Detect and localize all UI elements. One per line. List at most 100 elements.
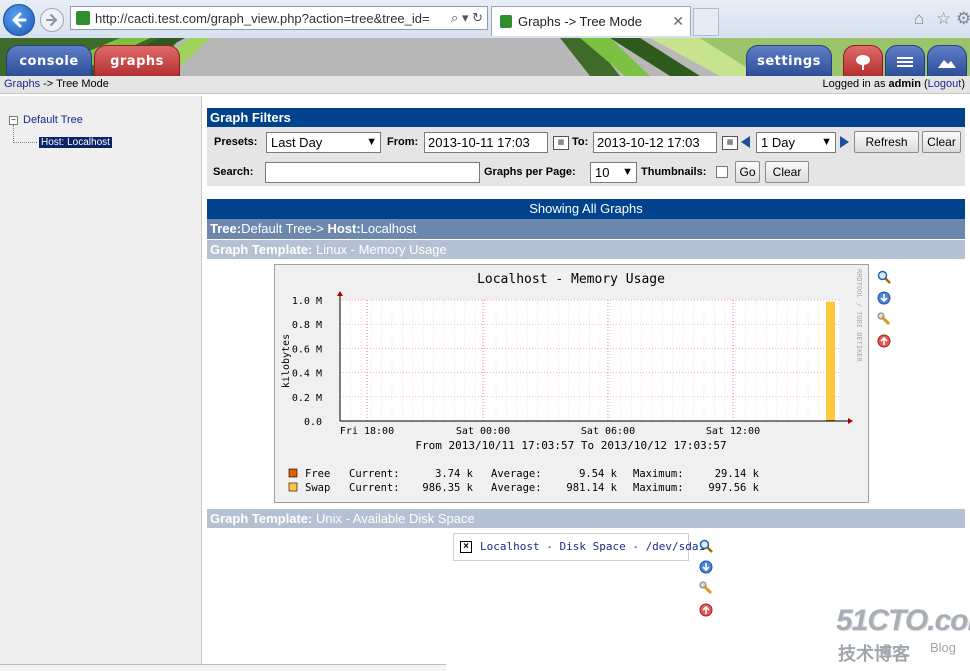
legend-value: 997.56 k: [708, 482, 759, 494]
watermark-logo-text: 51CTO.com: [836, 604, 970, 637]
site-favicon-icon: [76, 11, 90, 25]
search-input[interactable]: [265, 162, 480, 183]
x-tick-label: Fri 18:00: [340, 426, 394, 437]
go-button[interactable]: Go: [735, 161, 760, 183]
site-watermark: 51CTO.com 技术博客 Blog: [836, 604, 970, 664]
legend-value: 981.14 k: [566, 482, 617, 494]
url-text: http://cacti.test.com/graph_view.php?act…: [95, 11, 430, 26]
disk-space-graph[interactable]: × Localhost - Disk Space - /dev/sda1: [453, 533, 705, 561]
forward-arrow-icon: [46, 14, 58, 26]
csv-export-icon[interactable]: [699, 560, 713, 574]
calendar-icon[interactable]: ▦: [722, 136, 738, 150]
tab-graphs[interactable]: graphs: [94, 45, 180, 76]
chevron-down-icon: ▼: [622, 166, 633, 178]
new-tab-button[interactable]: [693, 8, 719, 36]
home-icon[interactable]: ⌂: [914, 9, 924, 29]
refresh-button[interactable]: Refresh: [854, 131, 919, 153]
list-view-button[interactable]: [885, 45, 925, 76]
preview-view-button[interactable]: [927, 45, 967, 76]
tree-connector: [13, 125, 15, 143]
legend-swatch: [288, 482, 298, 492]
legend-series-name: Free: [305, 468, 330, 480]
favorites-star-icon[interactable]: ☆: [936, 9, 951, 29]
x-axis-arrow: [848, 418, 853, 424]
x-tick-label: Sat 12:00: [706, 426, 760, 437]
page-top-icon[interactable]: [877, 334, 891, 348]
back-button[interactable]: [3, 4, 35, 36]
breadcrumb: Graphs -> Tree Mode: [4, 78, 109, 90]
memory-usage-graph[interactable]: Localhost - Memory Usage kilobytes RRDTO…: [274, 264, 869, 503]
y-axis-arrow: [337, 291, 343, 296]
thumbnails-checkbox[interactable]: [716, 166, 728, 178]
graph-template-label: Graph Template:: [210, 242, 313, 257]
page-top-icon[interactable]: [699, 603, 713, 617]
list-view-icon: [897, 56, 913, 67]
timespan-value: 1 Day: [761, 135, 795, 150]
calendar-icon[interactable]: ▦: [553, 136, 569, 150]
from-date-input[interactable]: 2013-10-11 17:03: [424, 132, 548, 153]
login-prefix: Logged in as: [822, 78, 889, 90]
search-icon[interactable]: ⌕: [451, 10, 458, 25]
disk-space-graph-alt-text: Localhost - Disk Space - /dev/sda1: [480, 540, 706, 553]
graphs-per-page-value: 10: [595, 165, 610, 180]
watermark-blog: Blog: [930, 640, 957, 655]
cacti-header: console graphs settings: [0, 38, 970, 76]
settings-gear-icon[interactable]: ⚙: [956, 9, 970, 29]
memory-usage-chart: Localhost - Memory Usage kilobytes RRDTO…: [281, 269, 863, 494]
tree-path-arrow: ->: [311, 221, 328, 236]
search-label: Search:: [213, 166, 254, 178]
graphs-per-page-select[interactable]: 10 ▼: [590, 162, 637, 183]
zoom-icon[interactable]: [699, 539, 713, 553]
breadcrumb-separator: ->: [40, 78, 57, 90]
refresh-icon[interactable]: ↻: [472, 10, 483, 25]
shift-left-icon[interactable]: [741, 136, 750, 148]
tree-view-button[interactable]: [843, 45, 883, 76]
dropdown-icon[interactable]: ▾: [462, 10, 469, 25]
browser-tab[interactable]: Graphs -> Tree Mode ✕: [491, 6, 691, 36]
forward-button[interactable]: [40, 8, 64, 32]
to-date-input[interactable]: 2013-10-12 17:03: [593, 132, 717, 153]
tab-favicon-icon: [500, 15, 512, 28]
graph-template-header: Graph Template: Unix - Available Disk Sp…: [207, 509, 965, 528]
shift-right-icon[interactable]: [840, 136, 849, 148]
tab-settings[interactable]: settings: [746, 45, 832, 76]
chart-legend: Free Current: 3.74 k Average: 9.54 k Maximum:…: [288, 468, 760, 494]
y-tick-label: 0.8 M: [292, 320, 322, 331]
y-tick-label: 0.2 M: [292, 393, 322, 404]
from-label: From:: [387, 136, 419, 148]
chevron-down-icon: ▼: [366, 136, 377, 148]
tree-path-tree-name: Default Tree: [241, 221, 312, 236]
logout-link[interactable]: Logout: [928, 78, 962, 90]
close-icon[interactable]: ✕: [672, 13, 684, 30]
legend-value: 9.54 k: [579, 468, 618, 480]
thumbnails-label: Thumbnails:: [641, 166, 707, 178]
tree-host-node[interactable]: Host: Localhost: [39, 137, 112, 148]
properties-wrench-icon[interactable]: [699, 581, 713, 595]
graph-tree-panel: − Default Tree Host: Localhost: [0, 96, 202, 670]
graph-filters-panel: Graph Filters Presets: Last Day ▼ From: …: [207, 108, 965, 186]
watermark-subtitle: 技术博客: [838, 644, 910, 664]
x-tick-label: Sat 06:00: [581, 426, 635, 437]
clear-button[interactable]: Clear: [922, 131, 961, 153]
address-bar[interactable]: http://cacti.test.com/graph_view.php?act…: [70, 6, 488, 30]
legend-value: Maximum:: [633, 482, 684, 494]
presets-select[interactable]: Last Day ▼: [266, 132, 381, 153]
tree-path-tree-label: Tree:: [210, 221, 242, 236]
chart-title: Localhost - Memory Usage: [477, 272, 665, 287]
collapse-icon[interactable]: −: [9, 115, 18, 125]
properties-wrench-icon[interactable]: [877, 312, 891, 326]
tree-root-node[interactable]: − Default Tree: [9, 114, 83, 126]
timespan-select[interactable]: 1 Day ▼: [756, 132, 836, 153]
zoom-icon[interactable]: [877, 270, 891, 284]
tree-path-host-name: Localhost: [360, 221, 417, 236]
y-tick-label: 0.4 M: [292, 369, 322, 380]
clear-search-button[interactable]: Clear: [765, 161, 809, 183]
graph-template-header: Graph Template: Linux - Memory Usage: [207, 240, 965, 259]
tree-root-label[interactable]: Default Tree: [23, 114, 83, 126]
graphs-per-page-label: Graphs per Page:: [484, 166, 576, 178]
tab-console[interactable]: console: [6, 45, 92, 76]
breadcrumb-graphs-link[interactable]: Graphs: [4, 78, 40, 90]
presets-label: Presets:: [214, 136, 258, 148]
address-bar-actions[interactable]: ⌕ ▾ ↻: [451, 10, 483, 26]
csv-export-icon[interactable]: [877, 291, 891, 305]
